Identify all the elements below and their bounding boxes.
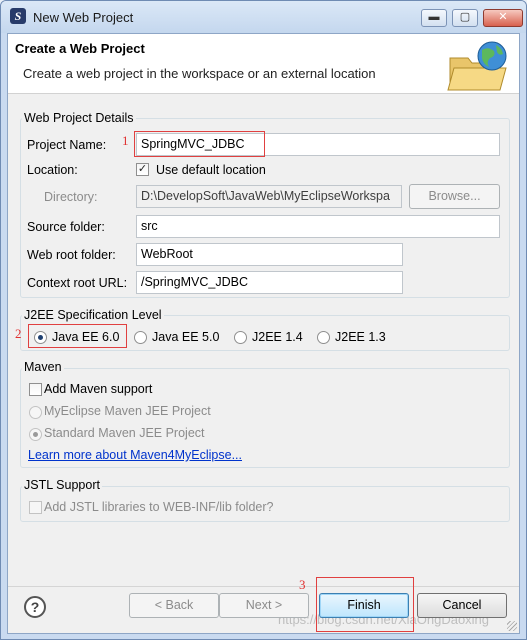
myeclipse-app-icon: S <box>10 8 26 24</box>
browse-button: Browse... <box>409 184 500 209</box>
annotation-number-3: 3 <box>299 577 306 592</box>
footer-separator <box>8 586 519 587</box>
back-button: < Back <box>129 593 219 618</box>
globe-folder-icon <box>447 41 507 91</box>
finish-button[interactable]: Finish <box>319 593 409 618</box>
java-ee-6-radio[interactable] <box>34 331 47 344</box>
learn-more-maven-link[interactable]: Learn more about Maven4MyEclipse... <box>28 448 242 462</box>
use-default-location-checkbox[interactable]: ✓ <box>136 163 149 176</box>
directory-label: Directory: <box>44 190 98 204</box>
maximize-button[interactable]: ▢ <box>452 9 478 27</box>
wizard-description: Create a web project in the workspace or… <box>23 66 376 81</box>
j2ee-1-3-radio[interactable] <box>317 331 330 344</box>
cancel-button[interactable]: Cancel <box>417 593 507 618</box>
myeclipse-maven-jee-radio <box>29 406 42 419</box>
wizard-title: Create a Web Project <box>15 41 145 56</box>
web-root-folder-input[interactable]: WebRoot <box>136 243 403 266</box>
standard-maven-jee-label: Standard Maven JEE Project <box>44 426 205 440</box>
j2ee-1-4-radio[interactable] <box>234 331 247 344</box>
annotation-box-1 <box>134 131 265 157</box>
minimize-button[interactable]: ▬ <box>421 9 447 27</box>
source-folder-input[interactable]: src <box>136 215 500 238</box>
dialog-client-area: Create a Web Project Create a web projec… <box>7 33 520 634</box>
next-button: Next > <box>219 593 309 618</box>
location-label: Location: <box>27 163 78 177</box>
jstl-support-title: JSTL Support <box>22 478 102 492</box>
standard-maven-jee-radio <box>29 428 42 441</box>
use-default-location-label: Use default location <box>156 163 266 177</box>
annotation-number-2: 2 <box>15 326 22 341</box>
directory-input: D:\DevelopSoft\JavaWeb\MyEclipseWorkspa <box>136 185 402 208</box>
add-jstl-checkbox <box>29 501 42 514</box>
java-ee-5-label: Java EE 5.0 <box>152 330 220 344</box>
add-maven-support-label: Add Maven support <box>44 382 153 396</box>
add-jstl-label: Add JSTL libraries to WEB-INF/lib folder… <box>44 500 274 514</box>
wizard-header: Create a Web Project Create a web projec… <box>8 34 519 94</box>
myeclipse-maven-jee-label: MyEclipse Maven JEE Project <box>44 404 211 418</box>
context-root-url-label: Context root URL: <box>27 276 128 290</box>
close-button[interactable]: ✕ <box>483 9 523 27</box>
web-root-folder-label: Web root folder: <box>27 248 116 262</box>
web-project-details-title: Web Project Details <box>22 111 136 125</box>
j2ee-1-4-label: J2EE 1.4 <box>252 330 303 344</box>
maven-group-title: Maven <box>22 360 64 374</box>
project-name-label: Project Name: <box>27 138 107 152</box>
add-maven-support-checkbox[interactable] <box>29 383 42 396</box>
help-icon[interactable]: ? <box>24 596 46 618</box>
annotation-number-1: 1 <box>122 133 129 148</box>
window-title: New Web Project <box>33 10 134 25</box>
context-root-url-input[interactable]: /SpringMVC_JDBC <box>136 271 403 294</box>
source-folder-label: Source folder: <box>27 220 105 234</box>
title-bar[interactable]: S New Web Project ▬ ▢ ✕ <box>1 1 526 33</box>
j2ee-level-title: J2EE Specification Level <box>22 308 164 322</box>
resize-grip[interactable] <box>507 621 517 631</box>
dialog-window: S New Web Project ▬ ▢ ✕ Create a Web Pro… <box>0 0 527 640</box>
java-ee-6-label: Java EE 6.0 <box>52 330 120 344</box>
j2ee-1-3-label: J2EE 1.3 <box>335 330 386 344</box>
java-ee-5-radio[interactable] <box>134 331 147 344</box>
